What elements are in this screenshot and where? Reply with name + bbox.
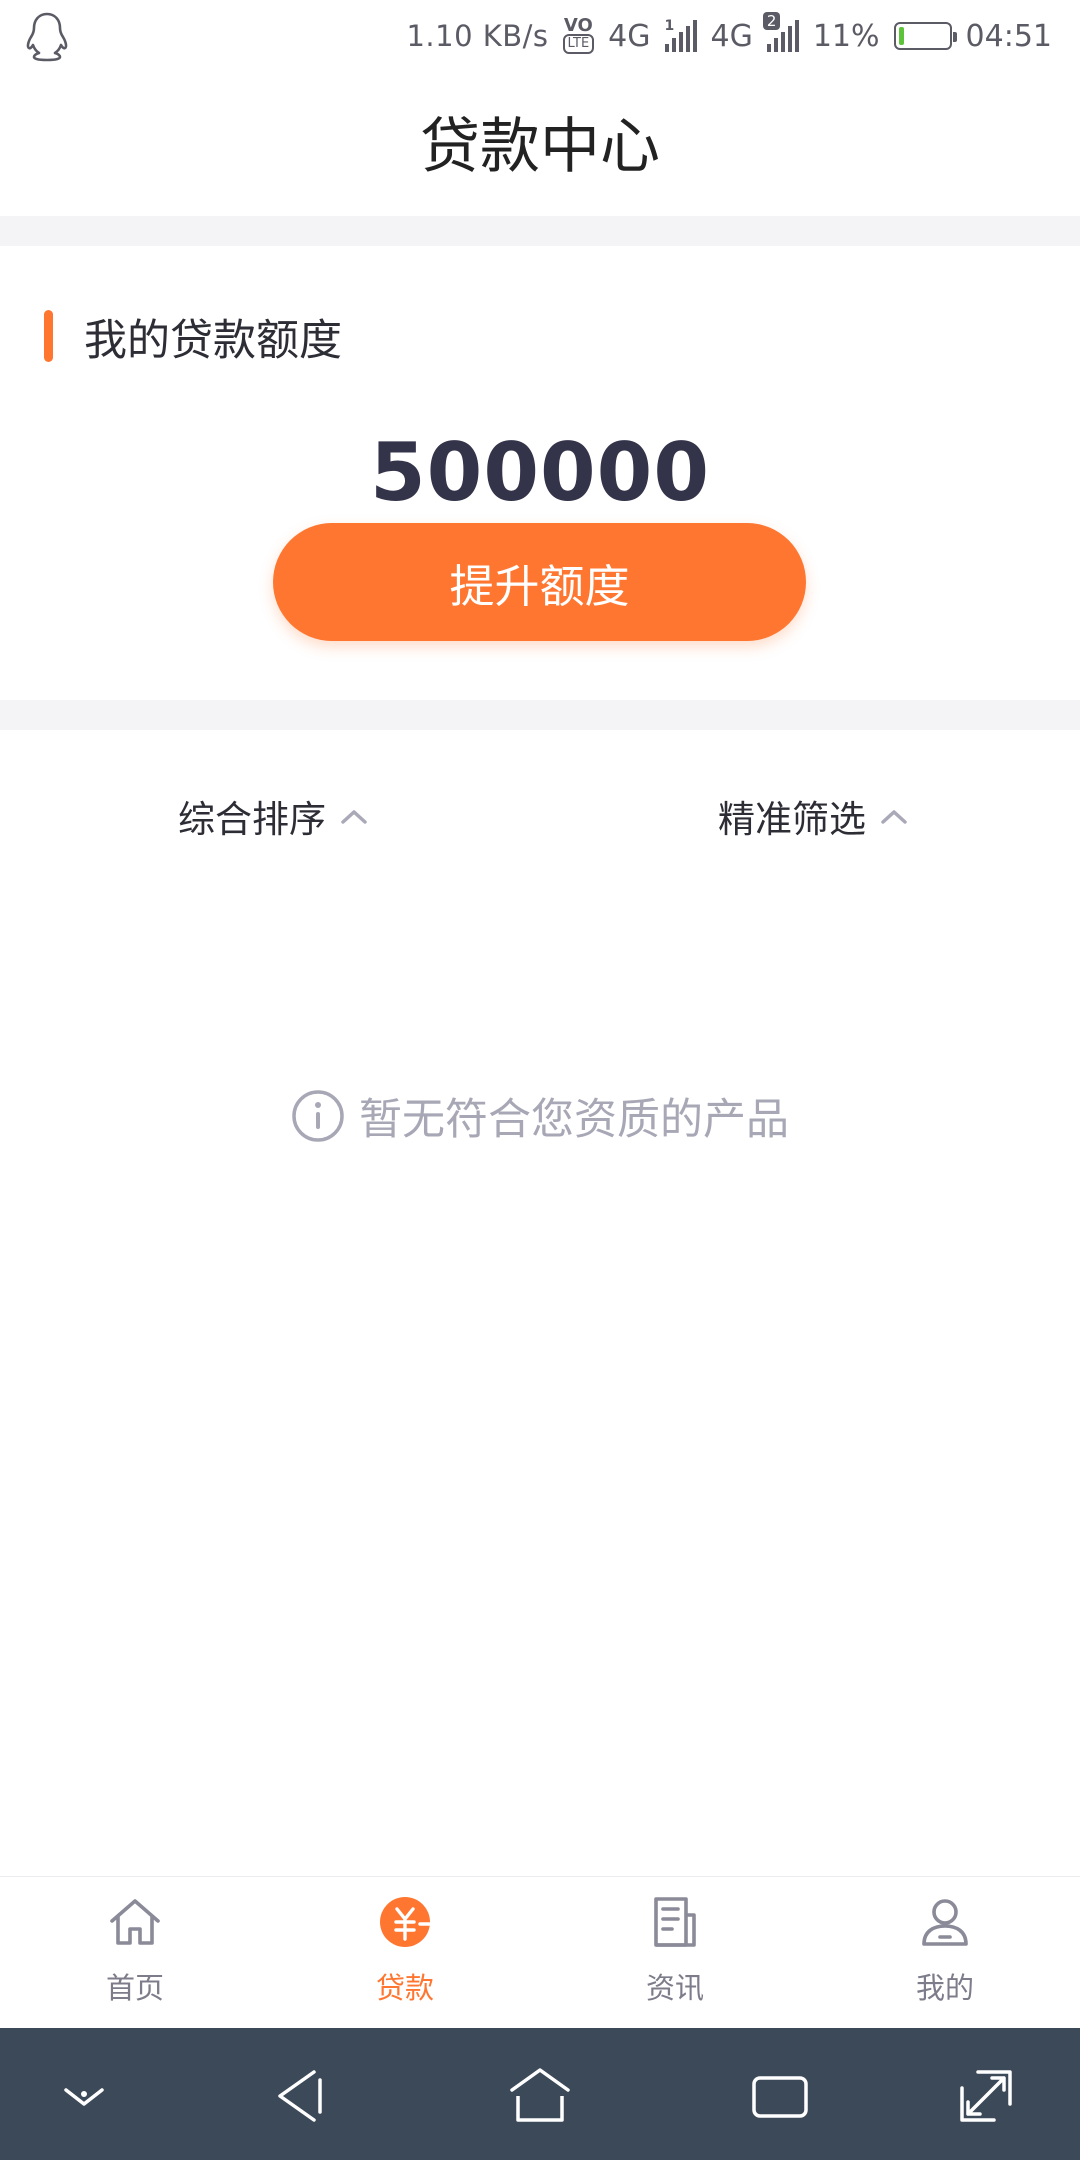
recents-icon[interactable] <box>748 2064 812 2128</box>
chevron-up-icon <box>341 810 367 824</box>
clock: 04:51 <box>965 18 1052 54</box>
qq-penguin-icon <box>26 12 68 62</box>
nav-label: 贷款 <box>375 1971 434 2005</box>
empty-state-message: 暂无符合您资质的产品 <box>359 1095 789 1145</box>
section-accent-bar <box>44 310 53 362</box>
nav-item-news[interactable]: 资讯 <box>540 1893 810 2007</box>
expand-icon[interactable] <box>954 2064 1018 2128</box>
signal-icon-2: 2 <box>762 12 799 52</box>
section-divider <box>0 216 1080 246</box>
raise-quota-button[interactable]: 提升额度 <box>273 523 806 641</box>
bottom-nav: 首页 贷款 资讯 我的 <box>0 1876 1080 2029</box>
status-indicators: 1.10 KB/s VO LTE 4G 1 4G 2 11% 04:51 <box>406 0 1052 72</box>
home-icon <box>110 1899 160 1945</box>
net-speed: 1.10 KB/s <box>406 19 549 53</box>
back-icon[interactable] <box>268 2064 332 2128</box>
nav-item-home[interactable]: 首页 <box>0 1893 270 2007</box>
network-type-1: 4G <box>608 18 651 54</box>
precise-filter-label: 精准筛选 <box>718 798 866 841</box>
nav-label: 首页 <box>105 1971 164 2005</box>
home-icon[interactable] <box>508 2064 572 2128</box>
battery-icon <box>893 22 957 50</box>
collapse-icon[interactable] <box>52 2064 116 2128</box>
nav-item-me[interactable]: 我的 <box>810 1893 1080 2007</box>
precise-filter[interactable]: 精准筛选 <box>718 790 908 842</box>
news-icon <box>654 1897 696 1947</box>
nav-label: 我的 <box>915 1971 974 2005</box>
info-icon <box>292 1090 344 1142</box>
quota-value: 500000 <box>370 426 710 519</box>
network-type-2: 4G <box>710 18 753 54</box>
sort-filter-label: 综合排序 <box>178 798 326 841</box>
user-icon <box>922 1899 968 1946</box>
section-divider <box>0 700 1080 730</box>
chevron-up-icon <box>881 810 907 824</box>
sort-filter[interactable]: 综合排序 <box>178 790 368 842</box>
status-bar: 1.10 KB/s VO LTE 4G 1 4G 2 11% 04:51 <box>0 0 1080 72</box>
nav-item-loan[interactable]: 贷款 <box>270 1893 540 2007</box>
nav-label: 资讯 <box>645 1971 704 2005</box>
empty-state: 暂无符合您资质的产品 <box>0 1085 1080 1147</box>
signal-icon-1: 1 <box>664 18 697 52</box>
yuan-coin-icon <box>380 1897 434 1947</box>
page-title: 贷款中心 <box>420 112 660 182</box>
volte-icon: VO LTE <box>562 17 595 54</box>
battery-percent: 11% <box>812 18 880 54</box>
system-nav-bar <box>0 2028 1080 2160</box>
quota-title: 我的贷款额度 <box>84 316 342 366</box>
